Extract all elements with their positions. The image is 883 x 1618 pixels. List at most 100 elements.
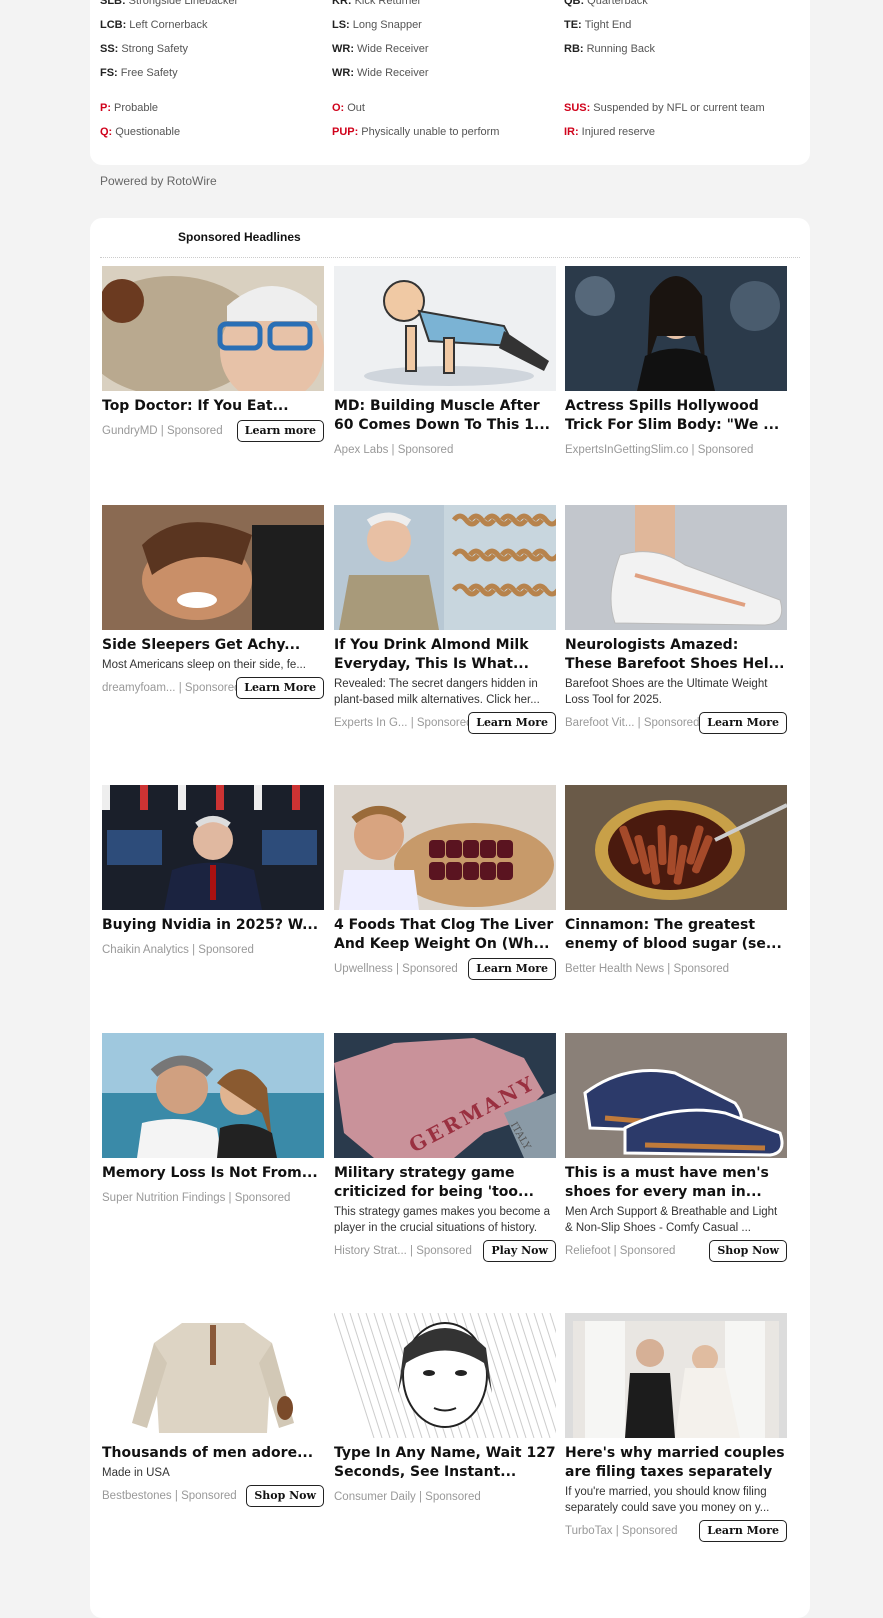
ad-cta-button[interactable]: Learn More [236, 677, 324, 699]
ad-cta-button[interactable]: Learn more [236, 420, 324, 442]
sponsored-ad-card[interactable]: Buying Nvidia in 2025? W... Chaikin Analy… [102, 785, 324, 961]
legend-text: Strong Safety [121, 43, 188, 55]
ad-source: Experts In G... | Sponsored [334, 717, 473, 729]
legend-abbr: Q: [100, 126, 113, 138]
oatmeal-doctor-photo[interactable] [102, 266, 324, 391]
ad-footer: ExpertsInGettingSlim.co | Sponsored [565, 439, 787, 461]
ad-footer: dreamyfoam... | Sponsored Learn More [102, 677, 324, 699]
ad-cta-button[interactable]: Shop Now [246, 1485, 324, 1507]
legend-text: Quarterback [587, 0, 648, 7]
ad-headline[interactable]: Military strategy game criticized for be… [334, 1164, 556, 1202]
ad-footer: Better Health News | Sponsored [565, 958, 787, 980]
sweater-photo[interactable] [102, 1313, 324, 1438]
ad-cta-button[interactable]: Learn More [699, 1520, 787, 1542]
legend-abbr: SLB: [100, 0, 126, 7]
ad-source: Better Health News | Sponsored [565, 963, 730, 975]
sponsored-ad-card[interactable]: If You Drink Almond Milk Everyday, This … [334, 505, 556, 734]
ad-headline[interactable]: Type In Any Name, Wait 127 Seconds, See … [334, 1444, 556, 1482]
ad-source: ExpertsInGettingSlim.co | Sponsored [565, 444, 754, 456]
sponsored-ad-card[interactable]: Memory Loss Is Not From... Super Nutritio… [102, 1033, 324, 1209]
ad-description: Barefoot Shoes are the Ultimate Weight L… [565, 678, 768, 706]
couple-beach-photo[interactable] [102, 1033, 324, 1158]
ad-description: This strategy games makes you become a p… [334, 1206, 551, 1234]
ad-headline[interactable]: If You Drink Almond Milk Everyday, This … [334, 636, 556, 674]
status-legend-item: IR: Injured reserve [564, 126, 655, 138]
ad-headline[interactable]: MD: Building Muscle After 60 Comes Down … [334, 397, 556, 435]
legend-abbr: WR: [332, 67, 354, 79]
position-legend-item: QB: Quarterback [564, 0, 648, 7]
ad-cta-button[interactable]: Play Now [483, 1240, 556, 1262]
liver-plate-photo[interactable] [334, 785, 556, 910]
position-legend-item: KR: Kick Returner [332, 0, 421, 7]
legend-text: Kick Returner [354, 0, 422, 7]
ad-source: Reliefoot | Sponsored [565, 1245, 676, 1257]
ad-headline[interactable]: Cinnamon: The greatest enemy of blood su… [565, 916, 787, 954]
ad-cta-button[interactable]: Learn More [468, 712, 556, 734]
legend-abbr: WR: [332, 43, 354, 55]
woman-pillow-photo[interactable] [102, 505, 324, 630]
sponsored-ad-card[interactable]: Top Doctor: If You Eat... GundryMD | Spon… [102, 266, 324, 442]
sponsored-ad-card[interactable]: MD: Building Muscle After 60 Comes Down … [334, 266, 556, 461]
white-shoe-photo[interactable] [565, 505, 787, 630]
old-man-pushup-illustration[interactable] [334, 266, 556, 391]
legend-abbr: SUS: [564, 102, 591, 114]
powered-by-credit: Powered by RotoWire [100, 174, 217, 188]
legend-abbr: FS: [100, 67, 118, 79]
sponsored-ad-card[interactable]: Actress Spills Hollywood Trick For Slim … [565, 266, 787, 461]
cinnamon-bowl-photo[interactable] [565, 785, 787, 910]
legend-abbr: IR: [564, 126, 579, 138]
ad-source: TurboTax | Sponsored [565, 1525, 678, 1537]
sponsored-ad-card[interactable]: Type In Any Name, Wait 127 Seconds, See … [334, 1313, 556, 1508]
ad-headline[interactable]: Thousands of men adore... [102, 1444, 324, 1463]
ad-cta-button[interactable]: Learn More [468, 958, 556, 980]
legend-abbr: TE: [564, 19, 582, 31]
ad-headline[interactable]: Buying Nvidia in 2025? W... [102, 916, 324, 935]
sponsored-ad-card[interactable]: Side Sleepers Get Achy... Most Americans … [102, 505, 324, 699]
ad-footer: TurboTax | Sponsored Learn More [565, 1520, 787, 1542]
legend-text: Tight End [584, 19, 632, 31]
legend-abbr: QB: [564, 0, 585, 7]
status-legend-item: P: Probable [100, 102, 158, 114]
sketch-face[interactable] [334, 1313, 556, 1438]
ad-headline[interactable]: This is a must have men's shoes for ever… [565, 1164, 787, 1202]
ad-headline[interactable]: Here's why married couples are filing ta… [565, 1444, 787, 1482]
navy-sneakers-photo[interactable] [565, 1033, 787, 1158]
ad-footer: Bestbestones | Sponsored Shop Now [102, 1485, 324, 1507]
sponsored-ad-card[interactable]: Cinnamon: The greatest enemy of blood su… [565, 785, 787, 980]
ad-headline[interactable]: Memory Loss Is Not From... [102, 1164, 324, 1183]
position-legend-item: LCB: Left Cornerback [100, 19, 208, 31]
legend-text: Free Safety [120, 67, 178, 79]
trading-floor-photo[interactable] [102, 785, 324, 910]
ad-cta-button[interactable]: Learn More [699, 712, 787, 734]
ad-footer: Super Nutrition Findings | Sponsored [102, 1187, 324, 1209]
legend-abbr: LCB: [100, 19, 127, 31]
ad-footer: Consumer Daily | Sponsored [334, 1486, 556, 1508]
legend-abbr: LS: [332, 19, 350, 31]
ad-footer: Barefoot Vit... | Sponsored Learn More [565, 712, 787, 734]
ad-source: Chaikin Analytics | Sponsored [102, 944, 254, 956]
ad-headline[interactable]: Actress Spills Hollywood Trick For Slim … [565, 397, 787, 435]
legend-abbr: KR: [332, 0, 352, 7]
sponsored-ad-card[interactable]: This is a must have men's shoes for ever… [565, 1033, 787, 1262]
ad-headline[interactable]: Top Doctor: If You Eat... [102, 397, 324, 416]
ad-source: Consumer Daily | Sponsored [334, 1491, 481, 1503]
germany-map[interactable]: GERMANY ITALY [334, 1033, 556, 1158]
ad-source: Apex Labs | Sponsored [334, 444, 454, 456]
ad-footer: History Strat... | Sponsored Play Now [334, 1240, 556, 1262]
position-legend-item: WR: Wide Receiver [332, 43, 429, 55]
position-legend-item: SLB: Strongside Linebacker [100, 0, 238, 7]
ad-footer: GundryMD | Sponsored Learn more [102, 420, 324, 442]
sponsored-ad-card[interactable]: Here's why married couples are filing ta… [565, 1313, 787, 1542]
ad-source: Barefoot Vit... | Sponsored [565, 717, 700, 729]
wedding-couple-photo[interactable] [565, 1313, 787, 1438]
sponsored-ad-card[interactable]: Neurologists Amazed: These Barefoot Shoe… [565, 505, 787, 734]
sponsored-ad-card[interactable]: 4 Foods That Clog The Liver And Keep Wei… [334, 785, 556, 980]
actress-photo[interactable] [565, 266, 787, 391]
doctor-worms-photo[interactable] [334, 505, 556, 630]
sponsored-ad-card[interactable]: Thousands of men adore... Made in USA Best… [102, 1313, 324, 1507]
ad-headline[interactable]: Side Sleepers Get Achy... [102, 636, 324, 655]
ad-headline[interactable]: Neurologists Amazed: These Barefoot Shoe… [565, 636, 787, 674]
ad-cta-button[interactable]: Shop Now [709, 1240, 787, 1262]
ad-headline[interactable]: 4 Foods That Clog The Liver And Keep Wei… [334, 916, 556, 954]
sponsored-ad-card[interactable]: GERMANY ITALY Military strategy game criti… [334, 1033, 556, 1262]
